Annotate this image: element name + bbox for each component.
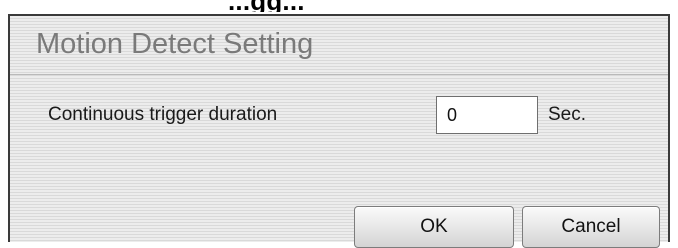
seconds-unit-label: Sec. <box>548 104 587 125</box>
trigger-duration-label: Continuous trigger duration <box>48 104 278 125</box>
background-heading-fragment: ...gg... <box>0 0 678 12</box>
dialog-title-bar: Motion Detect Setting <box>10 16 668 75</box>
dialog-title: Motion Detect Setting <box>36 28 314 60</box>
trigger-duration-input[interactable] <box>436 96 538 134</box>
heading-fragment-text: ...gg... <box>228 0 305 12</box>
